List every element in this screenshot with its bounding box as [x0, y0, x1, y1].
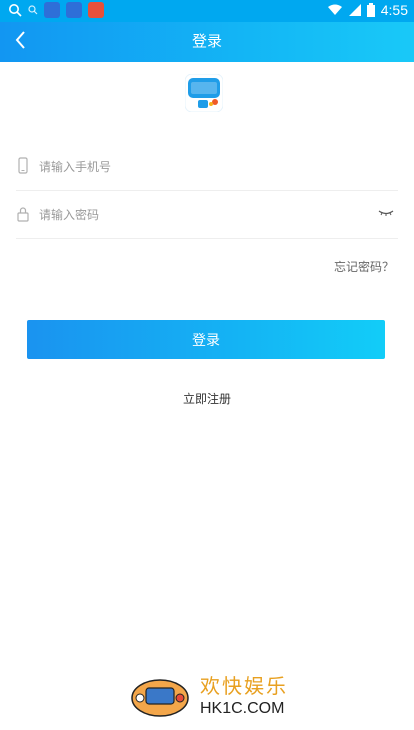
- watermark-chinese: 欢快娱乐: [200, 674, 288, 698]
- phone-input[interactable]: [37, 154, 361, 180]
- baidu-app-icon: [66, 2, 82, 18]
- phone-row: [16, 142, 398, 191]
- search-small-icon: [28, 5, 38, 15]
- password-input[interactable]: [37, 202, 361, 228]
- search-icon: [9, 4, 22, 17]
- lock-icon: [17, 207, 29, 222]
- header-bar: 登录: [0, 22, 414, 62]
- status-bar-right: 4 4:55: [327, 2, 408, 18]
- status-bar-left: [8, 2, 104, 18]
- gamepad-logo-icon: [131, 679, 189, 717]
- wifi-icon: [327, 4, 342, 15]
- baidu-app-icon: [44, 2, 60, 18]
- app-logo: [185, 74, 223, 112]
- watermark: 欢快娱乐 HK1C.COM: [128, 666, 308, 726]
- status-time: 4:55: [380, 2, 408, 18]
- password-row: [16, 190, 398, 239]
- password-visibility-icon[interactable]: [378, 206, 394, 218]
- watermark-site: HK1C.COM: [200, 700, 285, 717]
- status-bar: 4 4:55: [0, 0, 414, 22]
- signal-icon: [348, 4, 361, 16]
- page-title: 登录: [191, 32, 222, 50]
- login-button[interactable]: 登录: [27, 320, 385, 359]
- battery-icon: [366, 3, 375, 17]
- phone-icon: [18, 157, 28, 174]
- app-icon: [88, 2, 104, 18]
- forgot-password-link[interactable]: 忘记密码？: [334, 258, 394, 275]
- register-link[interactable]: 立即注册: [0, 390, 414, 407]
